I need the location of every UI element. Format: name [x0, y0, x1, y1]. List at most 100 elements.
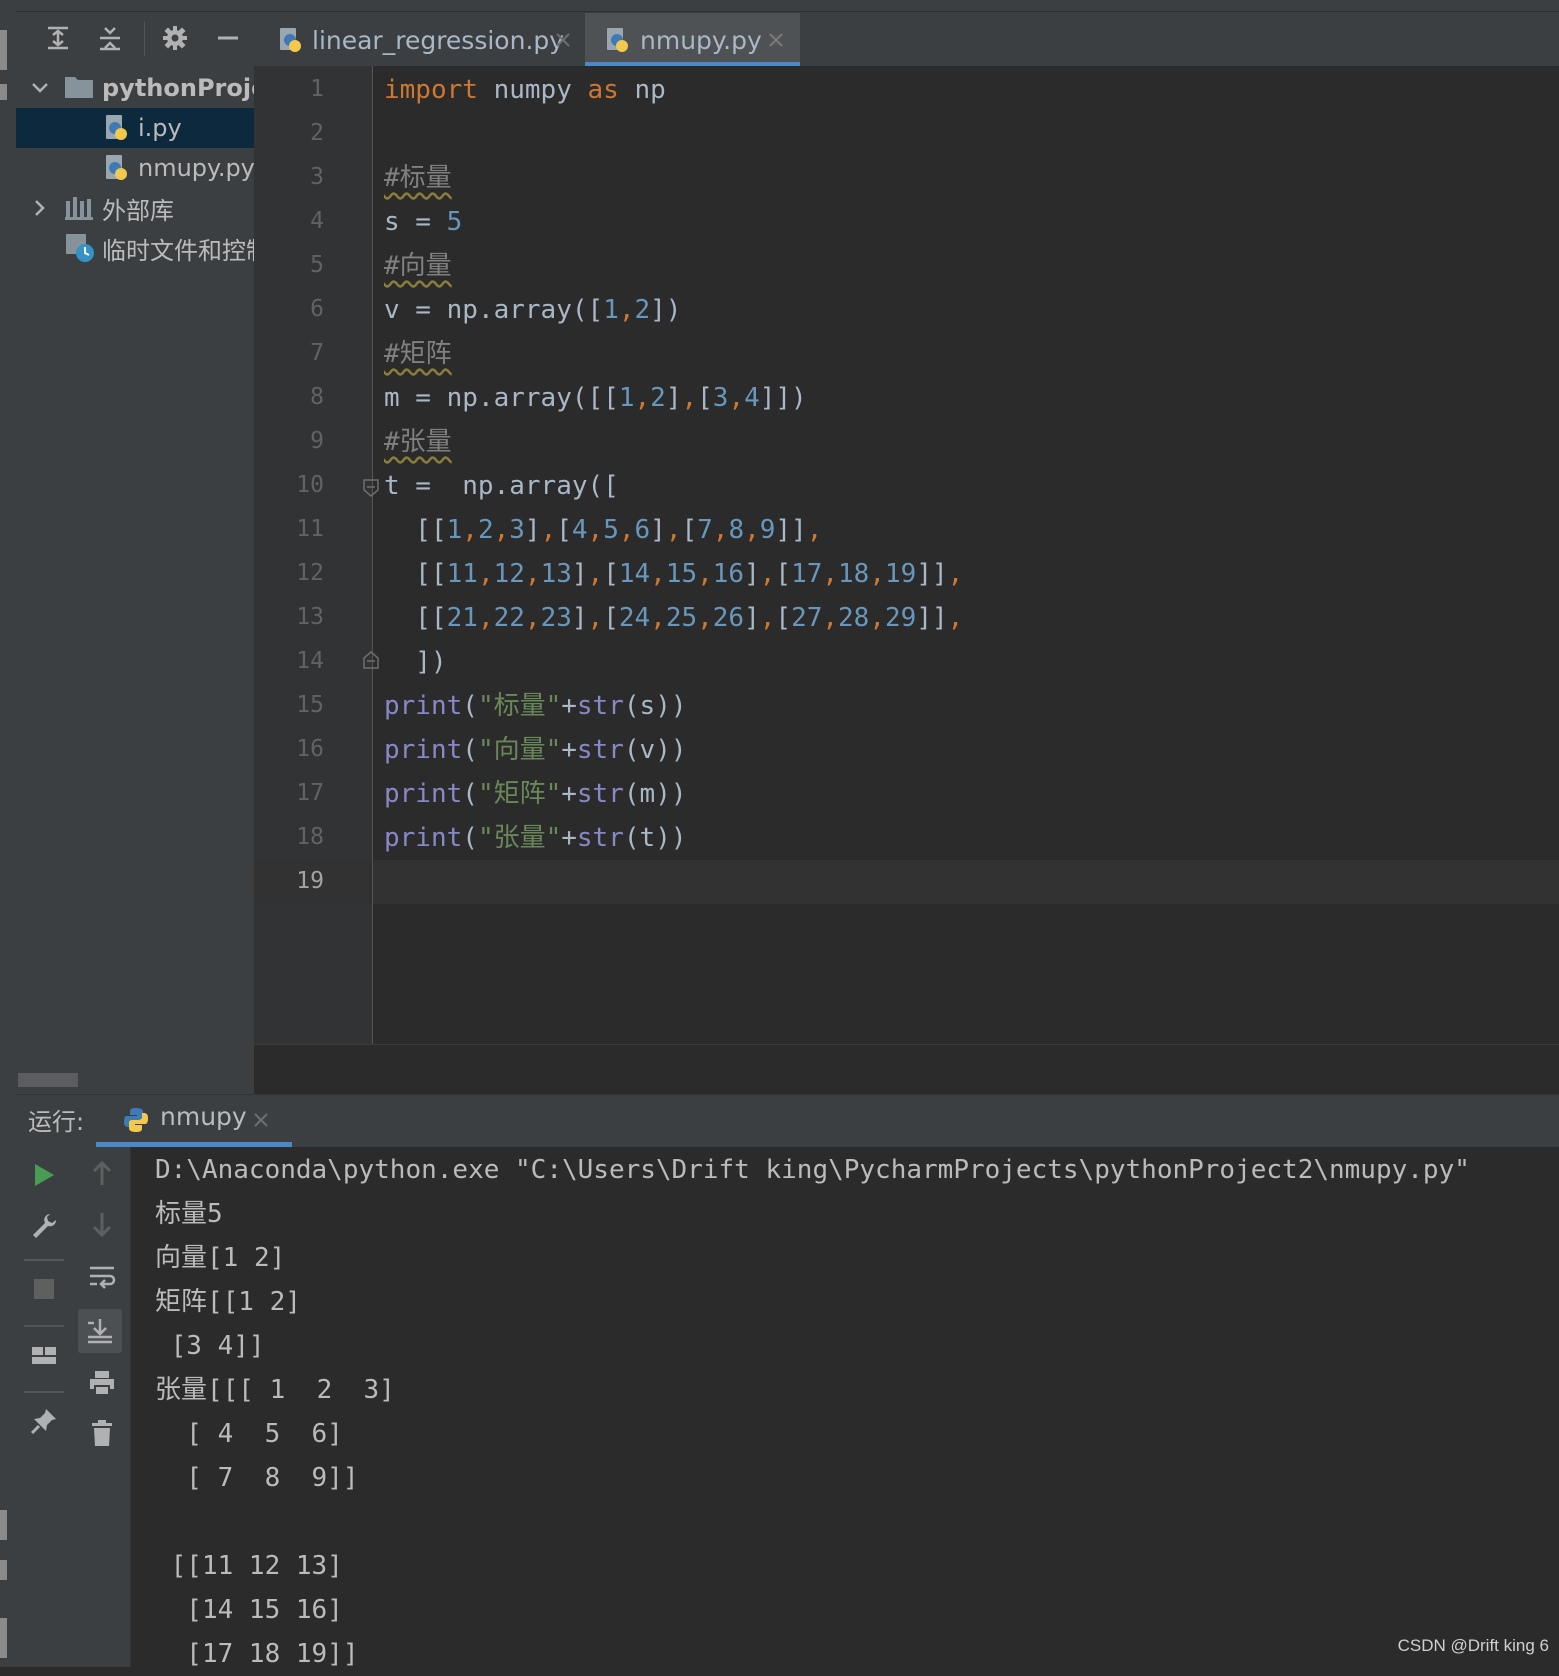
layout-icon[interactable] [26, 1337, 62, 1373]
console-line: 张量[[[ 1 2 3] [155, 1375, 395, 1405]
line-number[interactable]: 12 [254, 560, 324, 586]
code-line[interactable]: #张量 [384, 420, 452, 464]
toolbar-separator [24, 1391, 64, 1393]
stop-icon[interactable] [26, 1271, 62, 1307]
tab-label: linear_regression.py [312, 25, 565, 55]
tree-label: 外部库 [102, 196, 174, 225]
close-icon[interactable] [252, 1111, 270, 1129]
line-number[interactable]: 11 [254, 516, 324, 542]
code-line[interactable]: import numpy as np [384, 68, 666, 112]
code-line[interactable]: v = np.array([1,2]) [384, 288, 681, 332]
favorites-tool-window-stripe[interactable] [0, 1618, 7, 1658]
code-line[interactable]: print("张量"+str(t)) [384, 816, 687, 860]
code-line[interactable]: print("向量"+str(v)) [384, 728, 687, 772]
code-line[interactable]: ]) [384, 640, 446, 684]
tree-label: i.py [138, 114, 182, 142]
code-line[interactable]: #标量 [384, 156, 452, 200]
scroll-to-end-icon[interactable] [78, 1309, 122, 1353]
tab-nmupy[interactable]: nmupy.py [585, 13, 800, 67]
close-icon[interactable] [767, 31, 785, 49]
line-number[interactable]: 3 [254, 164, 324, 190]
line-number[interactable]: 14 [254, 648, 324, 674]
wrench-icon[interactable] [26, 1207, 62, 1243]
chevron-down-icon[interactable] [30, 78, 50, 98]
arrow-up-icon[interactable] [84, 1155, 120, 1191]
line-number[interactable]: 6 [254, 296, 324, 322]
python-file-icon [280, 28, 301, 52]
gutter-separator [372, 66, 373, 1044]
line-number[interactable]: 7 [254, 340, 324, 366]
project-tree: pythonProje i.py nmupy.py 外部库 临时文件和控制 [16, 66, 254, 1094]
code-line[interactable]: #矩阵 [384, 332, 452, 376]
line-number[interactable]: 5 [254, 252, 324, 278]
tree-label: 临时文件和控制 [102, 236, 254, 265]
line-number[interactable]: 18 [254, 824, 324, 850]
trash-icon[interactable] [84, 1415, 120, 1451]
tab-linear-regression[interactable]: linear_regression.py [268, 13, 584, 67]
tab-label: nmupy.py [640, 25, 762, 55]
run-toolbar-primary [16, 1147, 75, 1667]
editor-bottom-area [254, 1044, 1559, 1095]
console-line: D:\Anaconda\python.exe "C:\Users\Drift k… [155, 1155, 1470, 1185]
console-line: 矩阵[[1 2] [155, 1287, 301, 1317]
line-number[interactable]: 9 [254, 428, 324, 454]
toolbar-separator [144, 22, 145, 56]
minimize-icon[interactable] [210, 20, 246, 56]
rerun-icon[interactable] [26, 1157, 62, 1193]
code-line[interactable]: [[11,12,13],[14,15,16],[17,18,19]], [384, 552, 963, 596]
console-line: [ 4 5 6] [155, 1419, 343, 1449]
arrow-down-icon[interactable] [84, 1207, 120, 1243]
python-file-icon [106, 115, 127, 140]
console-line: [3 4]] [155, 1331, 265, 1361]
line-number[interactable]: 4 [254, 208, 324, 234]
fold-end-icon[interactable] [362, 650, 380, 670]
console-line: [14 15 16] [155, 1595, 343, 1625]
line-number[interactable]: 1 [254, 76, 324, 102]
line-number[interactable]: 13 [254, 604, 324, 630]
line-number[interactable]: 2 [254, 120, 324, 146]
code-line[interactable]: print("矩阵"+str(m)) [384, 772, 687, 816]
line-number[interactable]: 19 [254, 868, 324, 894]
code-line[interactable]: s = 5 [384, 200, 462, 244]
console-line: 向量[1 2] [155, 1243, 286, 1273]
current-line-highlight [254, 860, 1559, 904]
watermark: CSDN @Drift king 6 [1397, 1636, 1549, 1655]
expand-all-icon[interactable] [40, 20, 76, 56]
tool-stripe-marker [0, 84, 7, 100]
code-line[interactable]: m = np.array([[1,2],[3,4]]) [384, 376, 807, 420]
chevron-right-icon[interactable] [30, 198, 50, 218]
gear-icon[interactable] [157, 20, 193, 56]
left-tool-strip [0, 0, 17, 1667]
tree-item-nmupy-py[interactable]: nmupy.py [16, 148, 254, 188]
soft-wrap-icon[interactable] [84, 1259, 120, 1295]
line-number[interactable]: 17 [254, 780, 324, 806]
tree-item-external-libraries[interactable]: 外部库 [16, 188, 254, 228]
project-tool-window-stripe[interactable] [0, 30, 7, 70]
code-line[interactable]: t = np.array([ [384, 464, 619, 508]
console-line: [ 7 8 9]] [155, 1463, 359, 1493]
console-line: [17 18 19]] [155, 1639, 359, 1669]
pin-icon[interactable] [26, 1403, 62, 1439]
line-number[interactable]: 8 [254, 384, 324, 410]
line-number[interactable]: 15 [254, 692, 324, 718]
folder-icon [65, 77, 93, 98]
print-icon[interactable] [84, 1365, 120, 1401]
tree-label: pythonProje [102, 74, 254, 102]
code-line[interactable]: print("标量"+str(s)) [384, 684, 687, 728]
fold-start-icon[interactable] [362, 478, 380, 498]
tree-item-pythonproject[interactable]: pythonProje [16, 68, 254, 108]
code-line[interactable]: [[1,2,3],[4,5,6],[7,8,9]], [384, 508, 822, 552]
tool-stripe-marker [0, 1560, 7, 1580]
line-number[interactable]: 10 [254, 472, 324, 498]
tree-item-i-py[interactable]: i.py [16, 108, 254, 148]
run-label: 运行: [28, 1108, 85, 1136]
toolbar-separator [24, 1325, 64, 1327]
tree-item-scratches[interactable]: 临时文件和控制 [16, 228, 254, 268]
project-horizontal-scrollbar[interactable] [18, 1073, 78, 1087]
close-icon[interactable] [554, 31, 572, 49]
code-line[interactable]: [[21,22,23],[24,25,26],[27,28,29]], [384, 596, 963, 640]
structure-tool-window-stripe[interactable] [0, 1510, 7, 1540]
line-number[interactable]: 16 [254, 736, 324, 762]
code-line[interactable]: #向量 [384, 244, 452, 288]
collapse-all-icon[interactable] [92, 20, 128, 56]
